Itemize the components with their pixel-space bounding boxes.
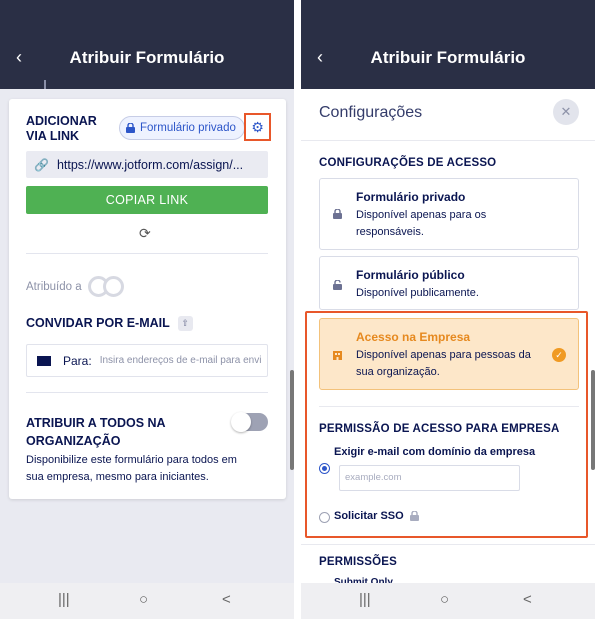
scrollbar[interactable] bbox=[591, 370, 595, 470]
copy-link-button[interactable]: COPIAR LINK bbox=[26, 186, 268, 214]
assign-form-screen-left: ‹ Atribuir Formulário ADICIONAR VIA LINK… bbox=[0, 0, 294, 619]
avatar bbox=[102, 276, 124, 297]
divider bbox=[301, 544, 595, 545]
page-title: Atribuir Formulário bbox=[370, 48, 526, 67]
option-public-form[interactable]: Formulário público Disponível publicamen… bbox=[319, 256, 579, 310]
back-button[interactable]: < bbox=[523, 591, 532, 608]
assign-all-toggle[interactable] bbox=[231, 412, 268, 432]
to-label: Para: bbox=[63, 353, 92, 368]
assigned-to-label: Atribuído a bbox=[26, 281, 82, 293]
page-title: Atribuir Formulário bbox=[69, 48, 225, 67]
home-button[interactable]: ○ bbox=[440, 591, 449, 608]
unlock-icon bbox=[333, 280, 342, 290]
option-description: Disponível apenas para os responsáveis. bbox=[356, 209, 487, 238]
email-input-placeholder: Insira endereços de e-mail para envi bbox=[99, 355, 262, 366]
option-private-form[interactable]: Formulário privado Disponível apenas par… bbox=[319, 178, 579, 250]
invite-email-label: CONVIDAR POR E-MAIL bbox=[26, 316, 170, 330]
access-settings-heading: CONFIGURAÇÕES DE ACESSO bbox=[319, 157, 497, 169]
assign-all-description: Disponibilize este formulário para todos… bbox=[26, 454, 237, 483]
divider bbox=[44, 80, 46, 89]
link-icon: 🔗 bbox=[34, 157, 49, 172]
settings-title: Configurações bbox=[319, 104, 423, 121]
form-link-url: https://www.jotform.com/assign/... bbox=[56, 157, 244, 172]
assign-all-title: ATRIBUIR A TODOS NA ORGANIZAÇÃO bbox=[26, 416, 166, 448]
share-icon[interactable]: ⇧ bbox=[177, 316, 193, 331]
refresh-icon[interactable]: ⟳ bbox=[139, 225, 151, 242]
app-bar: ‹ Atribuir Formulário bbox=[0, 0, 294, 89]
email-recipients-field[interactable]: Para: Insira endereços de e-mail para en… bbox=[26, 344, 268, 377]
permissions-heading: PERMISSÕES bbox=[319, 556, 398, 568]
divider bbox=[301, 140, 595, 141]
toggle-knob bbox=[231, 412, 251, 432]
private-badge-label: Formulário privado bbox=[140, 122, 236, 134]
recent-apps-button[interactable]: ||| bbox=[58, 591, 70, 608]
lock-icon bbox=[333, 209, 342, 219]
form-link-field[interactable]: 🔗 https://www.jotform.com/assign/... bbox=[26, 151, 268, 178]
gear-icon[interactable]: ⚙ bbox=[244, 113, 271, 141]
recent-apps-button[interactable]: ||| bbox=[359, 591, 371, 608]
system-nav-bar: ||| ○ < bbox=[301, 583, 595, 619]
close-icon[interactable]: ✕ bbox=[553, 99, 579, 125]
assignee-avatars[interactable] bbox=[87, 276, 128, 298]
screen-separator bbox=[294, 0, 301, 619]
system-nav-bar: ||| ○ < bbox=[0, 583, 294, 619]
assign-card: ADICIONAR VIA LINK Formulário privado ⚙ … bbox=[9, 99, 286, 499]
app-bar: ‹ Atribuir Formulário bbox=[301, 0, 595, 89]
option-description: Disponível publicamente. bbox=[356, 287, 479, 299]
private-form-badge[interactable]: Formulário privado bbox=[119, 116, 245, 140]
back-button[interactable]: < bbox=[222, 591, 231, 608]
divider bbox=[26, 253, 268, 254]
home-button[interactable]: ○ bbox=[139, 591, 148, 608]
assigned-to-row: Atribuído a bbox=[26, 276, 128, 298]
assign-all-section: ATRIBUIR A TODOS NA ORGANIZAÇÃO Disponib… bbox=[26, 414, 237, 486]
option-title: Formulário privado bbox=[356, 190, 466, 204]
option-title: Formulário público bbox=[356, 268, 465, 282]
highlight-frame bbox=[305, 311, 588, 538]
divider bbox=[26, 392, 268, 393]
add-via-link-label: ADICIONAR VIA LINK bbox=[26, 114, 97, 143]
assign-form-screen-right: ‹ Atribuir Formulário Configurações ✕ CO… bbox=[301, 0, 595, 619]
lock-icon bbox=[126, 123, 135, 133]
invite-by-email-header: CONVIDAR POR E-MAIL ⇧ bbox=[26, 316, 193, 331]
envelope-icon bbox=[37, 355, 51, 366]
